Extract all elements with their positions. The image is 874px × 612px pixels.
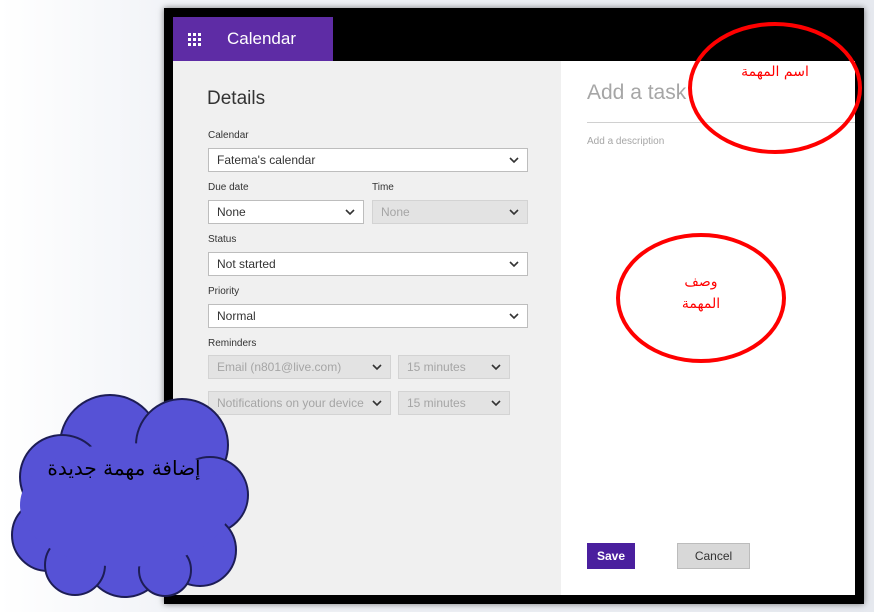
priority-value: Normal <box>217 309 256 323</box>
priority-label: Priority <box>208 286 240 297</box>
reminder-email-interval-select[interactable]: 15 minutes <box>398 355 510 379</box>
cloud-shape <box>11 394 249 598</box>
time-label: Time <box>372 182 394 193</box>
calendar-label: Calendar <box>208 130 249 141</box>
due-date-select[interactable]: None <box>208 200 364 224</box>
status-select[interactable]: Not started <box>208 252 528 276</box>
time-select[interactable]: None <box>372 200 528 224</box>
chevron-down-icon <box>509 155 519 165</box>
reminder-email-value: Email (n801@live.com) <box>217 360 342 374</box>
chevron-down-icon <box>372 362 382 372</box>
add-task-cloud-label: إضافة مهمة جديدة <box>47 456 201 480</box>
chevron-down-icon <box>491 398 501 408</box>
chevron-down-icon <box>509 311 519 321</box>
app-launcher-button[interactable] <box>173 17 216 61</box>
status-label: Status <box>208 234 237 245</box>
chevron-down-icon <box>509 259 519 269</box>
app-title[interactable]: Calendar <box>215 17 333 61</box>
task-description-annotation: وصف المهمة <box>681 274 721 312</box>
reminder-notification-interval: 15 minutes <box>407 396 466 410</box>
due-date-value: None <box>217 205 246 219</box>
chevron-down-icon <box>509 207 519 217</box>
calendar-select-value: Fatema's calendar <box>217 153 316 167</box>
calendar-select[interactable]: Fatema's calendar <box>208 148 528 172</box>
save-button[interactable]: Save <box>587 543 635 569</box>
task-title-input[interactable]: Add a task <box>587 81 686 105</box>
task-description-input[interactable]: Add a description <box>587 136 664 147</box>
task-name-annotation: اسم المهمة <box>741 64 809 80</box>
details-heading: Details <box>207 88 266 109</box>
reminder-notification-interval-select[interactable]: 15 minutes <box>398 391 510 415</box>
task-description-annotation-circle: وصف المهمة <box>616 233 786 363</box>
reminder-email-interval: 15 minutes <box>407 360 466 374</box>
app-launcher-grid-icon <box>187 32 201 46</box>
reminders-label: Reminders <box>208 338 257 349</box>
reminder-email-select[interactable]: Email (n801@live.com) <box>208 355 391 379</box>
chevron-down-icon <box>345 207 355 217</box>
due-date-label: Due date <box>208 182 249 193</box>
chevron-down-icon <box>372 398 382 408</box>
time-value: None <box>381 205 410 219</box>
task-name-annotation-circle: اسم المهمة <box>688 22 862 154</box>
status-value: Not started <box>217 257 276 271</box>
cancel-button[interactable]: Cancel <box>677 543 750 569</box>
priority-select[interactable]: Normal <box>208 304 528 328</box>
chevron-down-icon <box>491 362 501 372</box>
